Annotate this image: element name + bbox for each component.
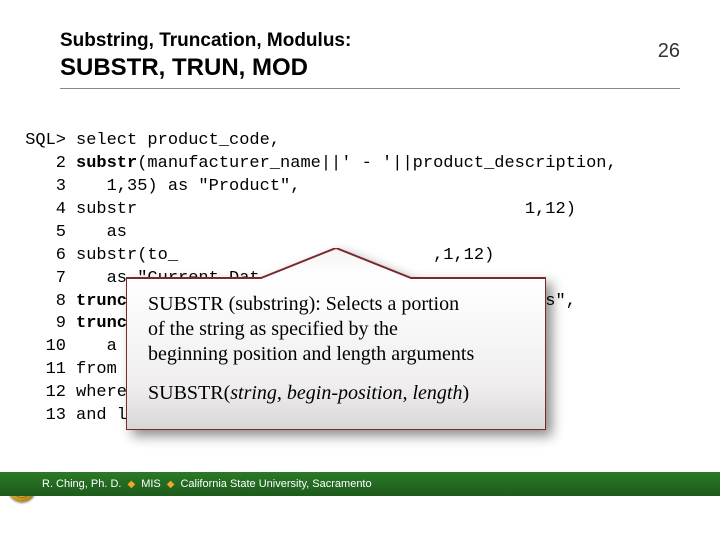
title-small: Substring, Truncation, Modulus: bbox=[60, 30, 680, 52]
footer-dept: MIS bbox=[141, 478, 161, 490]
footer-author: R. Ching, Ph. D. bbox=[42, 478, 121, 490]
footer-org: California State University, Sacramento bbox=[180, 478, 371, 490]
footer-dot-icon: ◆ bbox=[167, 479, 175, 490]
title-large: SUBSTR, TRUN, MOD bbox=[60, 54, 680, 82]
title-divider bbox=[60, 88, 680, 89]
page-number: 26 bbox=[658, 40, 680, 63]
title-block: Substring, Truncation, Modulus: SUBSTR, … bbox=[60, 30, 680, 82]
footer-dot-icon: ◆ bbox=[127, 479, 135, 490]
footer-bar: R. Ching, Ph. D. ◆ MIS ◆ California Stat… bbox=[0, 472, 720, 496]
code-block: SQL>select product_code, 2substr(manufac… bbox=[20, 107, 680, 451]
